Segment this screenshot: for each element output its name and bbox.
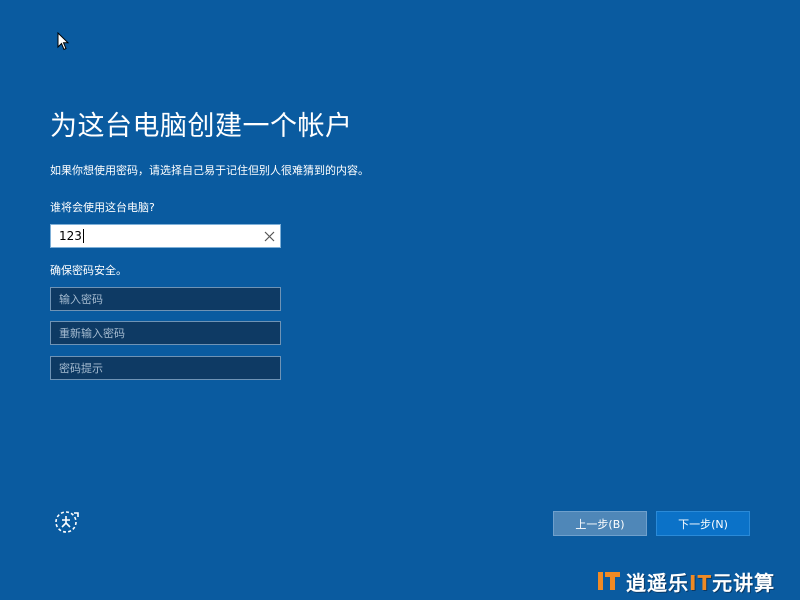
page-title: 为这台电脑创建一个帐户 [50,111,353,142]
watermark-text-tail: 元讲算 [712,570,776,595]
page-subtitle: 如果你想使用密码，请选择自己易于记住但别人很难猜到的内容。 [50,164,369,177]
ease-of-access-icon[interactable] [54,509,80,535]
password-security-label: 确保密码安全。 [50,264,127,277]
watermark-logo-icon [598,572,620,590]
watermark-text-main: 逍遥乐 [626,570,689,595]
watermark-text-accent: IT [689,570,713,595]
username-input[interactable]: 123 [50,224,281,248]
next-button-label: 下一步(N) [678,517,728,531]
back-button[interactable]: 上一步(B) [553,511,647,536]
password-input[interactable]: 输入密码 [50,287,281,311]
clear-x-icon [264,231,274,241]
password-placeholder: 输入密码 [59,293,103,306]
next-button[interactable]: 下一步(N) [656,511,750,536]
username-value: 123 [59,228,82,243]
mouse-pointer-icon [57,32,70,51]
watermark: 逍遥乐IT元讲算 [596,566,775,596]
confirm-password-placeholder: 重新输入密码 [59,327,125,340]
back-button-label: 上一步(B) [575,517,625,531]
password-hint-input[interactable]: 密码提示 [50,356,281,380]
password-hint-placeholder: 密码提示 [59,362,103,375]
clear-button[interactable] [258,225,280,247]
text-caret [82,229,84,244]
username-label: 谁将会使用这台电脑? [50,201,155,214]
confirm-password-input[interactable]: 重新输入密码 [50,321,281,345]
